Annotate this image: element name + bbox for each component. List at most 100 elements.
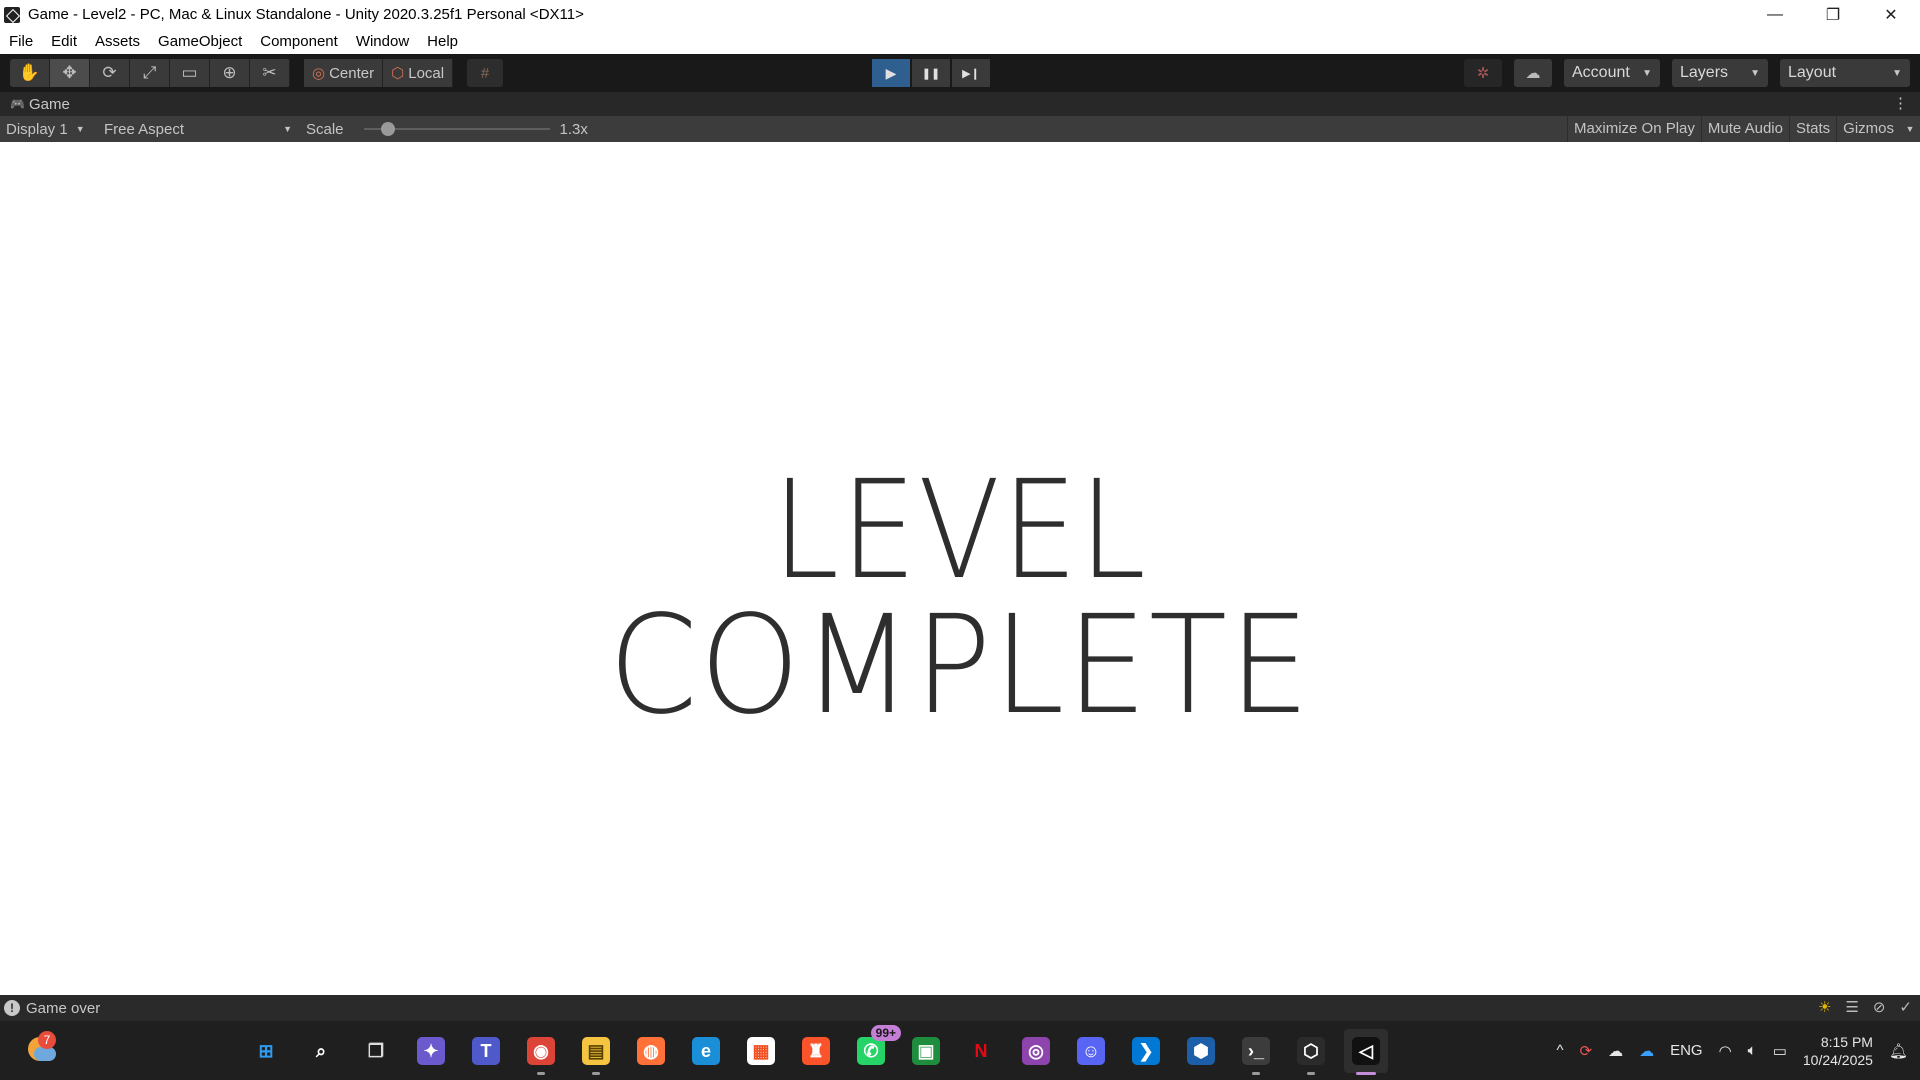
- status-message[interactable]: Game over: [26, 1000, 100, 1017]
- main-toolbar: ✋ ✥ ⟳ ⤢ ▭ ⊕ ✂ ◎ Center ⬡ Local # ▶ ❚❚ ▶❙…: [0, 54, 1920, 92]
- virtualbox-taskbar-button[interactable]: ⬢: [1179, 1029, 1223, 1073]
- edge-taskbar-button[interactable]: e: [684, 1029, 728, 1073]
- start-taskbar-button[interactable]: ⊞: [244, 1029, 288, 1073]
- pivot-space-button[interactable]: ⬡ Local: [383, 59, 454, 87]
- hand-tool-icon: ✋: [18, 63, 41, 82]
- aspect-label: Free Aspect: [104, 120, 185, 138]
- onedrive-icon[interactable]: ☁: [1639, 1042, 1654, 1060]
- weather-widget[interactable]: 7: [24, 1031, 60, 1067]
- task-view-taskbar-button[interactable]: ❐: [354, 1029, 398, 1073]
- scale-slider-thumb[interactable]: [380, 122, 395, 136]
- close-button[interactable]: ✕: [1862, 0, 1920, 29]
- tab-game[interactable]: 🎮 Game: [0, 96, 70, 113]
- menu-help[interactable]: Help: [418, 29, 467, 54]
- layout-dropdown[interactable]: Layout ▼: [1780, 59, 1910, 87]
- game-view[interactable]: LEVEL COMPLETE: [0, 142, 1920, 995]
- menu-edit[interactable]: Edit: [42, 29, 86, 54]
- account-label: Account: [1572, 64, 1630, 81]
- language-indicator[interactable]: ENG: [1670, 1042, 1703, 1059]
- notification-bell-icon[interactable]: 🔔︎: [1889, 1042, 1908, 1060]
- pivot-center-icon: ◎: [312, 65, 326, 82]
- menu-component[interactable]: Component: [251, 29, 347, 54]
- aspect-dropdown[interactable]: Free Aspect ▼: [98, 116, 298, 142]
- rotate-tool-button[interactable]: ⟳: [90, 59, 130, 87]
- vscode-taskbar-button[interactable]: ❯: [1124, 1029, 1168, 1073]
- search-taskbar-button[interactable]: ⌕: [299, 1029, 343, 1073]
- collab-button[interactable]: ✲: [1464, 59, 1502, 87]
- minimize-button[interactable]: —: [1746, 0, 1804, 29]
- battery-icon[interactable]: ▭: [1773, 1042, 1787, 1060]
- scale-tool-button[interactable]: ⤢: [130, 59, 170, 87]
- status-bar: ! Game over ☀ ☰ ⊘ ✓: [0, 995, 1920, 1021]
- maximize-button[interactable]: ❐: [1804, 0, 1862, 29]
- play-button[interactable]: ▶: [872, 59, 910, 87]
- pause-button[interactable]: ❚❚: [912, 59, 950, 87]
- teams-taskbar-button[interactable]: T: [464, 1029, 508, 1073]
- terminal-taskbar-button[interactable]: ›_: [1234, 1029, 1278, 1075]
- check-icon[interactable]: ✓: [1899, 998, 1912, 1016]
- scale-slider[interactable]: [363, 122, 550, 136]
- sync-icon[interactable]: ⟳: [1579, 1042, 1592, 1060]
- rect-tool-icon: ▭: [181, 63, 198, 82]
- hand-tool-button[interactable]: ✋: [10, 59, 50, 87]
- game-view-controls: Display 1 ▼ Free Aspect ▼ Scale 1.3x Max…: [0, 116, 1920, 142]
- grid-snap-icon: #: [480, 64, 490, 82]
- transform-tool-button[interactable]: ⊕: [210, 59, 250, 87]
- terminal-icon: ›_: [1242, 1037, 1270, 1065]
- unity-editor-taskbar-button[interactable]: ◁: [1344, 1029, 1388, 1075]
- volume-icon[interactable]: 🔈︎: [1748, 1042, 1757, 1059]
- copilot-taskbar-button[interactable]: ✦: [409, 1029, 453, 1073]
- gizmos-toggle[interactable]: Gizmos: [1836, 116, 1900, 142]
- move-tool-button[interactable]: ✥: [50, 59, 90, 87]
- cloud-button[interactable]: ☁: [1514, 59, 1552, 87]
- classroom-taskbar-button[interactable]: ▣: [904, 1029, 948, 1073]
- custom-tool-button[interactable]: ✂: [250, 59, 290, 87]
- unity-editor-icon: ◁: [1352, 1037, 1380, 1065]
- pivot-mode-button[interactable]: ◎ Center: [304, 59, 384, 87]
- rect-tool-button[interactable]: ▭: [170, 59, 210, 87]
- running-indicator: [537, 1072, 545, 1075]
- file-explorer-taskbar-button[interactable]: ▤: [574, 1029, 618, 1075]
- pivot-controls: ◎ Center ⬡ Local: [304, 59, 454, 87]
- store-taskbar-button[interactable]: ▦: [739, 1029, 783, 1073]
- chrome-taskbar-button[interactable]: ◉: [519, 1029, 563, 1075]
- progress-icon[interactable]: ☰: [1845, 998, 1858, 1016]
- layers-dropdown[interactable]: Layers ▼: [1672, 59, 1768, 87]
- netflix-taskbar-button[interactable]: N: [959, 1029, 1003, 1073]
- clock[interactable]: 8:15 PM 10/24/2025: [1803, 1033, 1873, 1069]
- grid-snap-button[interactable]: #: [467, 59, 504, 87]
- podcast-taskbar-button[interactable]: ◎: [1014, 1029, 1058, 1073]
- unity-hub-taskbar-button[interactable]: ⬡: [1289, 1029, 1333, 1075]
- more-options-icon[interactable]: ⋮: [1893, 94, 1908, 112]
- step-button[interactable]: ▶❙: [952, 59, 990, 87]
- edge-icon: e: [692, 1037, 720, 1065]
- virtualbox-icon: ⬢: [1187, 1037, 1215, 1065]
- onedrive-status-icon[interactable]: ☁: [1608, 1042, 1623, 1060]
- maximize-on-play-toggle[interactable]: Maximize On Play: [1567, 116, 1701, 142]
- menu-assets[interactable]: Assets: [86, 29, 149, 54]
- whatsapp-taskbar-button[interactable]: ✆ 99+: [849, 1025, 901, 1073]
- menu-gameobject[interactable]: GameObject: [149, 29, 251, 54]
- menu-file[interactable]: File: [0, 29, 42, 54]
- chrome-icon: ◉: [527, 1037, 555, 1065]
- teams-icon: T: [472, 1037, 500, 1065]
- chevron-down-icon: ▼: [283, 124, 292, 134]
- show-hidden-icons-icon[interactable]: ^: [1556, 1042, 1563, 1059]
- minimize-icon: —: [1767, 5, 1783, 23]
- brave-taskbar-button[interactable]: ♜: [794, 1029, 838, 1073]
- stats-toggle[interactable]: Stats: [1788, 116, 1836, 142]
- gizmos-dropdown-icon[interactable]: ▼: [1900, 124, 1920, 134]
- auto-generate-icon[interactable]: ⊘: [1873, 998, 1886, 1016]
- discord-taskbar-button[interactable]: ☺: [1069, 1029, 1113, 1073]
- firefox-icon: ◍: [637, 1037, 665, 1065]
- menu-window[interactable]: Window: [347, 29, 418, 54]
- running-indicator: [1356, 1072, 1376, 1075]
- running-indicator: [1252, 1072, 1260, 1075]
- chevron-down-icon: ▼: [75, 124, 85, 134]
- wifi-icon[interactable]: ◠: [1719, 1042, 1732, 1060]
- bug-icon[interactable]: ☀: [1818, 998, 1831, 1016]
- firefox-taskbar-button[interactable]: ◍: [629, 1029, 673, 1073]
- account-dropdown[interactable]: Account ▼: [1564, 59, 1660, 87]
- display-dropdown[interactable]: Display 1 ▼: [0, 116, 98, 142]
- mute-audio-toggle[interactable]: Mute Audio: [1700, 116, 1789, 142]
